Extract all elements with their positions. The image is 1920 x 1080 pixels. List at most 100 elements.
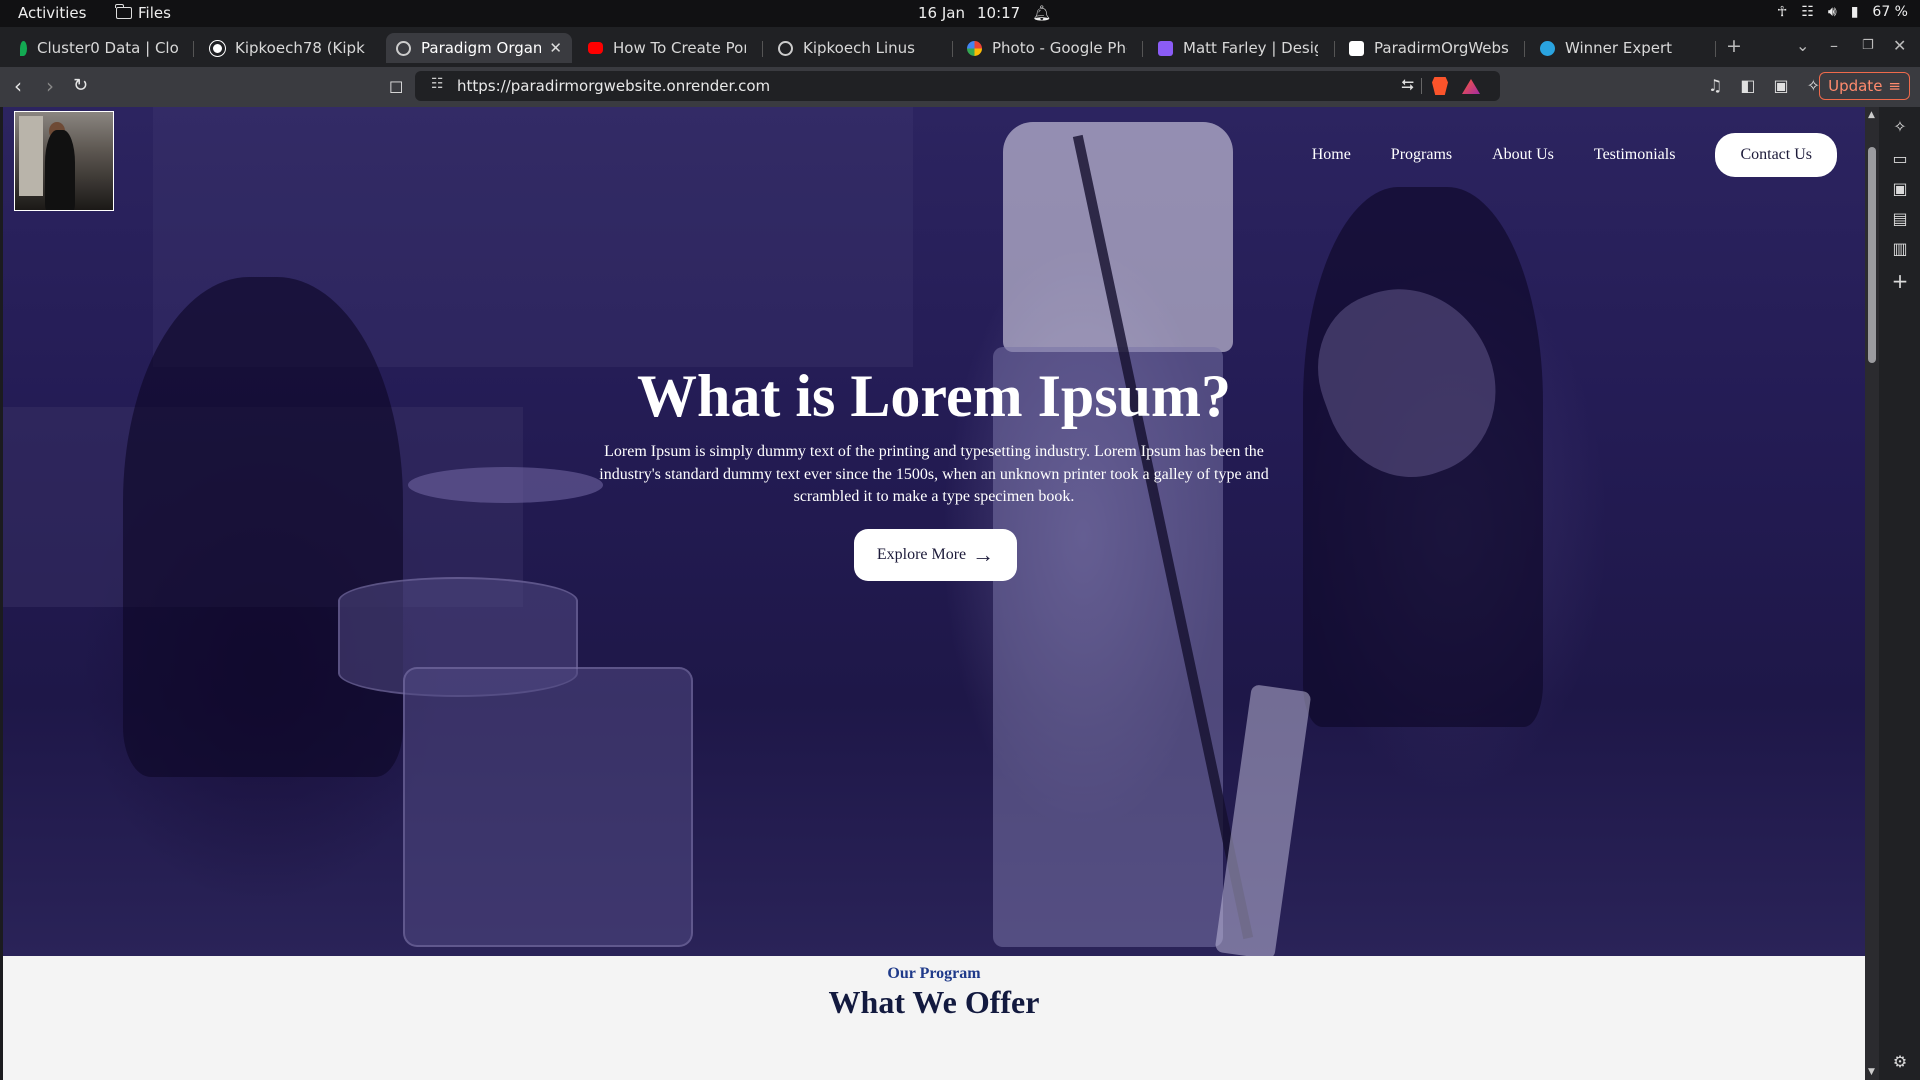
tab-label: ParadirmOrgWebsite (1374, 39, 1509, 57)
hero-drummer-figure (123, 277, 403, 777)
telegram-icon (1540, 40, 1555, 56)
update-label: Update (1828, 77, 1883, 95)
tab-label: Cluster0 Data | Clouc (37, 39, 178, 57)
system-tray[interactable]: ☥ ☷ 🔊︎ ▮ 67 % (1777, 4, 1908, 20)
tab-github[interactable]: Kipkoech78 (Kipkoec (200, 33, 375, 63)
hero-light-object (1214, 684, 1312, 956)
sidebar-toggle-icon[interactable]: ◧ (1740, 76, 1755, 95)
browser-toolbar: ‹ › ↻ ☐ ☷ https://paradirmorgwebsite.onr… (0, 67, 1920, 107)
tab-kipkoech-linus[interactable]: Kipkoech Linus (768, 33, 946, 63)
brave-shields-icon[interactable] (1432, 77, 1448, 95)
portfolio-icon (1158, 40, 1173, 56)
system-top-bar: Activities Files 16 Jan 10:17 🔔︎ ☥ ☷ 🔊︎ … (0, 0, 1920, 27)
program-kicker: Our Program (887, 965, 981, 982)
scroll-down-arrow-icon[interactable]: ▼ (1868, 1067, 1875, 1077)
accessibility-icon[interactable]: ☥ (1777, 4, 1787, 20)
reload-icon[interactable]: ↻ (73, 75, 88, 97)
tab-label: Kipkoech78 (Kipkoec (235, 39, 365, 57)
files-app-button[interactable]: Files (115, 4, 171, 22)
tab-label: Matt Farley | Design (1183, 39, 1318, 57)
youtube-icon (588, 42, 603, 54)
tab-matt-farley[interactable]: Matt Farley | Design (1148, 33, 1328, 63)
contact-us-button[interactable]: Contact Us (1715, 133, 1837, 177)
network-icon[interactable]: ☷ (1801, 4, 1814, 20)
clock[interactable]: 16 Jan 10:17 🔔︎ (918, 4, 1051, 22)
tab-label: Kipkoech Linus (803, 39, 915, 57)
scroll-up-arrow-icon[interactable]: ▲ (1868, 110, 1875, 120)
close-tab-icon[interactable]: ✕ (541, 39, 562, 57)
reading-list-icon[interactable]: ▥ (1891, 239, 1909, 258)
program-section: Our Program What We Offer (3, 956, 1865, 1080)
share-icon[interactable]: ⮀ (1401, 75, 1414, 95)
playlist-icon[interactable]: ▭ (1891, 149, 1909, 168)
hero-title: What is Lorem Ipsum? (637, 363, 1231, 429)
tab-render[interactable]: ParadirmOrgWebsite (1339, 33, 1519, 63)
page-scrollbar[interactable]: ▲ ▼ (1865, 107, 1879, 1080)
forward-arrow-icon[interactable]: › (46, 75, 54, 97)
back-arrow-icon[interactable]: ‹ (14, 75, 22, 97)
browser-tab-strip: Cluster0 Data | Clouc Kipkoech78 (Kipkoe… (0, 27, 1920, 67)
tab-label: Paradigm Organi (421, 39, 542, 57)
nav-testimonials-link[interactable]: Testimonials (1594, 146, 1676, 164)
tab-google-photos[interactable]: Photo - Google Phot (957, 33, 1137, 63)
browser-sidebar: ✧ ▭ ▣ ▤ ▥ + ⚙ (1879, 107, 1920, 1080)
volume-icon[interactable]: 🔊︎ (1828, 4, 1837, 20)
update-button[interactable]: Update ≡ (1819, 72, 1910, 100)
folder-icon (115, 4, 132, 19)
leo-assistant-icon[interactable]: ✧ (1891, 117, 1909, 136)
github-icon (210, 40, 225, 56)
tab-label: Winner Expert (1565, 39, 1672, 57)
tab-label: Photo - Google Phot (992, 39, 1127, 57)
hero-description: Lorem Ipsum is simply dummy text of the … (599, 443, 1269, 505)
leo-ai-icon[interactable]: ✧ (1807, 76, 1820, 95)
arrow-right-icon: → (972, 542, 995, 567)
explore-more-label: Explore More (876, 546, 967, 563)
time-label: 10:17 (976, 4, 1021, 22)
hero-section: Home Programs About Us Testimonials Cont… (3, 107, 1865, 956)
bookmark-icon[interactable]: ☐ (389, 77, 403, 99)
new-tab-plus-icon[interactable]: + (1726, 35, 1742, 57)
url-text[interactable]: https://paradirmorgwebsite.onrender.com (457, 77, 770, 95)
site-navigation: Home Programs About Us Testimonials Cont… (1312, 133, 1837, 177)
google-photos-icon (967, 40, 982, 56)
nav-about-link[interactable]: About Us (1492, 146, 1554, 164)
date-label: 16 Jan (918, 4, 965, 22)
activities-button[interactable]: Activities (18, 4, 86, 22)
nav-home-link[interactable]: Home (1312, 146, 1351, 164)
hero-cymbal (408, 467, 603, 503)
explore-more-button[interactable]: Explore More → (854, 529, 1017, 581)
brave-rewards-icon[interactable] (1462, 79, 1480, 94)
page-viewport: Home Programs About Us Testimonials Cont… (3, 107, 1865, 1080)
battery-percent: 67 % (1872, 4, 1908, 20)
restore-window-icon[interactable]: ❐ (1862, 38, 1874, 53)
hero-bass-drum (403, 667, 693, 947)
files-label: Files (138, 4, 171, 22)
tab-paradigm-active[interactable]: Paradigm Organi ✕ (386, 33, 572, 63)
globe-icon (778, 40, 793, 56)
tab-search-chevron-icon[interactable]: ⌄ (1796, 36, 1809, 55)
battery-icon[interactable]: ▮ (1851, 4, 1859, 20)
tab-youtube[interactable]: How To Create Portf (578, 33, 756, 63)
alarm-bell-icon: 🔔︎ (1032, 4, 1052, 22)
sidebar-settings-gear-icon[interactable]: ⚙ (1891, 1052, 1909, 1071)
wallet-sidebar-icon[interactable]: ▣ (1891, 179, 1909, 198)
wallet-icon[interactable]: ▣ (1773, 76, 1788, 95)
menu-hamburger-icon: ≡ (1888, 77, 1901, 95)
scrollbar-thumb[interactable] (1868, 147, 1876, 363)
bookmarks-sidebar-icon[interactable]: ▤ (1891, 209, 1909, 228)
site-logo[interactable] (14, 111, 114, 211)
close-window-icon[interactable]: ✕ (1893, 36, 1906, 55)
add-sidebar-item-icon[interactable]: + (1891, 269, 1909, 293)
render-icon (1349, 40, 1364, 56)
site-settings-icon[interactable]: ☷ (431, 76, 444, 92)
tab-cluster0[interactable]: Cluster0 Data | Clouc (10, 33, 188, 63)
globe-icon (396, 40, 411, 56)
media-music-icon[interactable]: ♫ (1708, 76, 1722, 95)
address-bar[interactable]: ☷ https://paradirmorgwebsite.onrender.co… (415, 71, 1500, 101)
mongodb-leaf-icon (20, 40, 27, 56)
nav-programs-link[interactable]: Programs (1391, 146, 1452, 164)
tab-label: How To Create Portf (613, 39, 746, 57)
program-title: What We Offer (828, 984, 1040, 1020)
minimize-window-icon[interactable]: – (1830, 36, 1838, 55)
tab-telegram[interactable]: Winner Expert (1530, 33, 1710, 63)
